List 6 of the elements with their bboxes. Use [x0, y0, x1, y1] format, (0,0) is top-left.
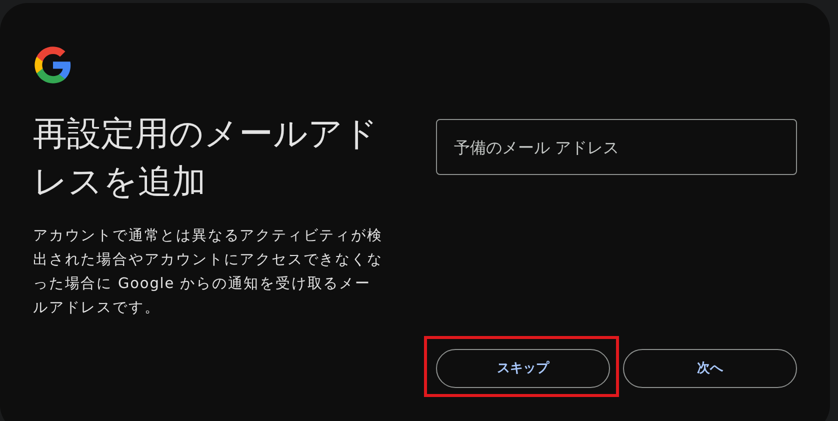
next-button[interactable]: 次へ — [623, 349, 797, 388]
google-logo-icon — [33, 45, 73, 85]
skip-button[interactable]: スキップ — [436, 349, 610, 388]
dialog-title: 再設定用のメールアドレスを追加 — [33, 113, 379, 204]
email-field[interactable]: 予備のメール アドレス — [436, 119, 797, 175]
description-text: アカウントで通常とは異なるアクティビティが検出された場合やアカウントにアクセスできなくなった場合に Google からの通知を受け取るメールアドレスです。 — [33, 227, 383, 318]
